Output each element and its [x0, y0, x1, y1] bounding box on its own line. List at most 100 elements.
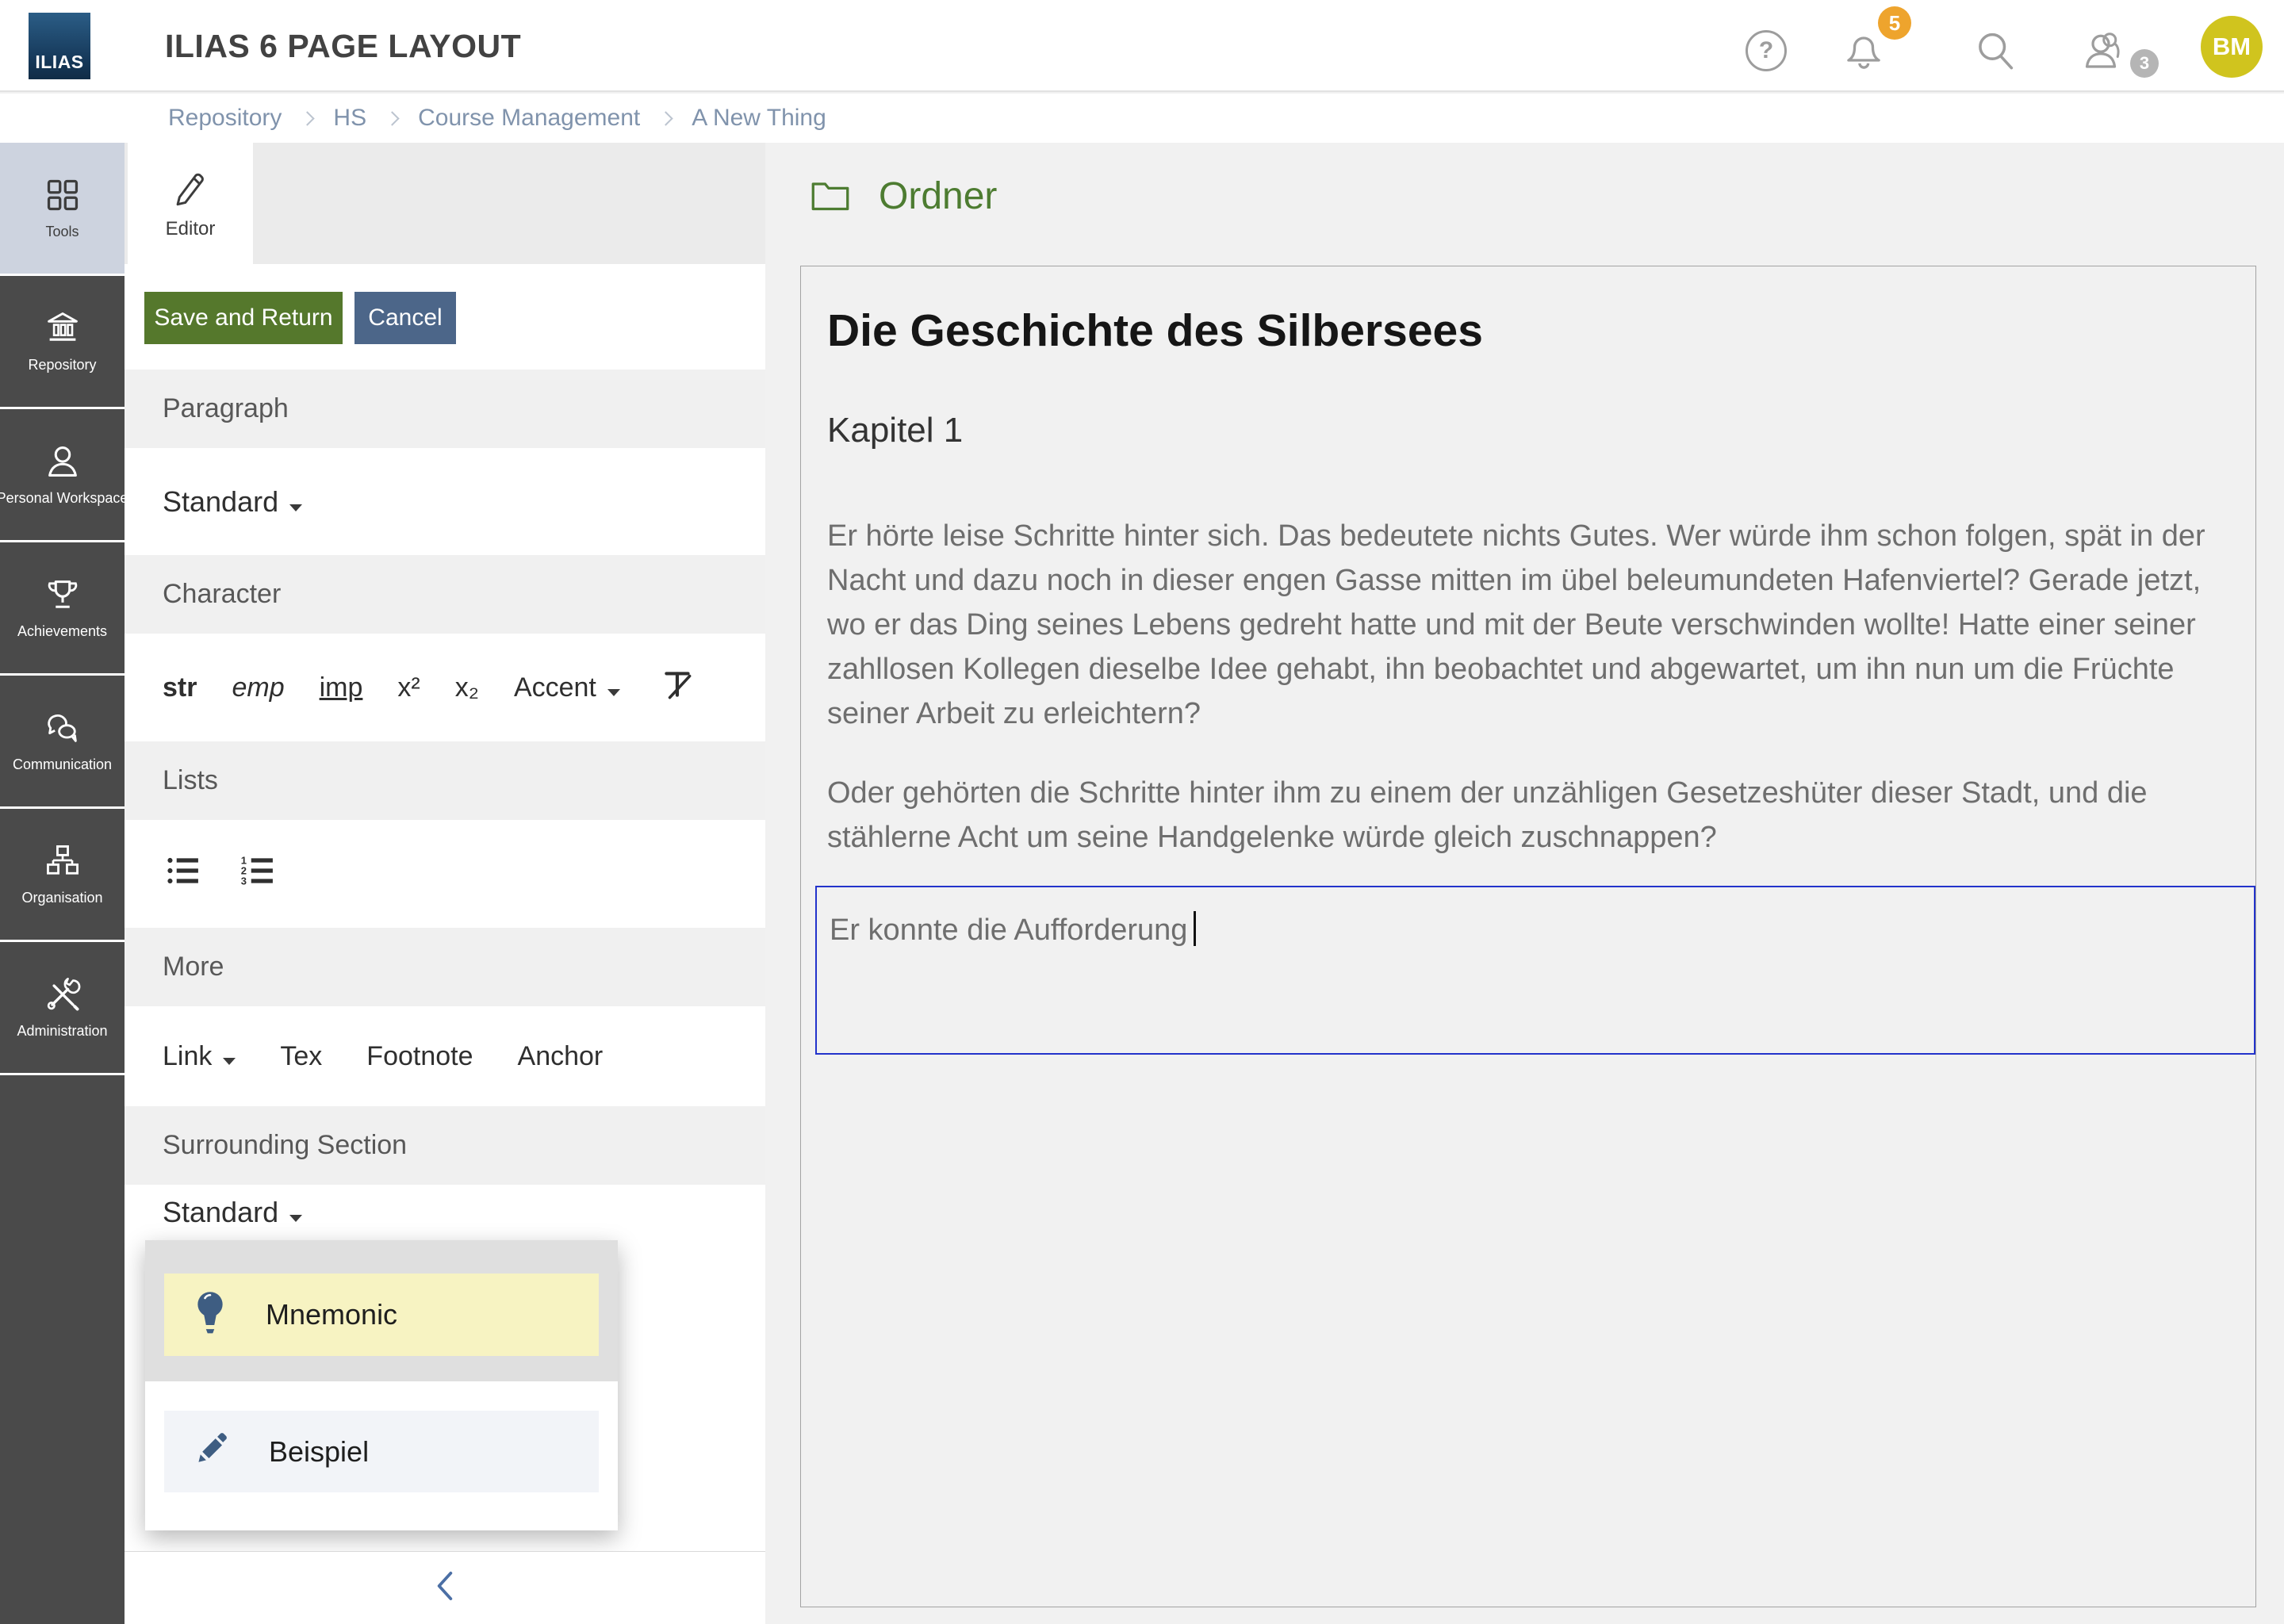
- style-dropdown-menu: Mnemonic Beispiel: [145, 1240, 618, 1530]
- avatar[interactable]: BM: [2201, 16, 2263, 78]
- cancel-button[interactable]: Cancel: [354, 292, 456, 344]
- sidebar-item-label: Personal Workspace: [0, 490, 128, 507]
- sidebar-item-personal-workspace[interactable]: Personal Workspace: [0, 409, 125, 542]
- breadcrumb-repository[interactable]: Repository: [168, 105, 282, 132]
- ilias-logo[interactable]: ILIAS: [29, 13, 90, 79]
- editor-tabstrip: Editor: [125, 143, 765, 264]
- sidebar-item-communication[interactable]: Communication: [0, 676, 125, 809]
- breadcrumb-course-management[interactable]: Course Management: [418, 105, 640, 132]
- sidebar-item-label: Administration: [17, 1023, 107, 1040]
- collapse-left-icon[interactable]: [431, 1568, 458, 1607]
- chevron-right-icon: [301, 111, 315, 125]
- accent-dropdown[interactable]: Accent: [514, 672, 620, 703]
- lightbulb-icon: [191, 1288, 229, 1342]
- ilias-logo-text: ILIAS: [35, 52, 83, 73]
- sidebar-item-tools[interactable]: Tools: [0, 143, 125, 276]
- menu-item-label: Mnemonic: [266, 1298, 397, 1331]
- chevron-down-icon: [223, 1058, 236, 1065]
- content-paragraph: Er hörte leise Schritte hinter sich. Das…: [827, 514, 2228, 736]
- page-title: ILIAS 6 PAGE LAYOUT: [165, 0, 521, 92]
- surrounding-style-dropdown[interactable]: Standard: [163, 1196, 302, 1229]
- trophy-icon: [44, 576, 82, 614]
- bank-icon: [44, 309, 82, 347]
- main-sidebar: Tools Repository Personal W: [0, 143, 125, 1624]
- footnote-button[interactable]: Footnote: [366, 1041, 473, 1072]
- chevron-down-icon: [289, 504, 302, 511]
- subscript-button[interactable]: x₂: [455, 672, 479, 703]
- panel-collapse-footer: [125, 1551, 765, 1624]
- pencil-icon: [191, 1427, 232, 1476]
- content-heading: Die Geschichte des Silbersees: [827, 304, 1483, 357]
- breadcrumb-hs[interactable]: HS: [333, 105, 366, 132]
- notifications-badge: 5: [1878, 6, 1911, 40]
- lists-toolbar: 1 2 3: [125, 820, 765, 928]
- ilias-page-editor: ILIAS ILIAS 6 PAGE LAYOUT ? 5: [0, 0, 2284, 1624]
- person-icon: [44, 442, 82, 481]
- save-and-return-button[interactable]: Save and Return: [144, 292, 343, 344]
- paragraph-style-row: Standard: [125, 448, 765, 555]
- section-paragraph-header: Paragraph: [125, 370, 765, 448]
- remove-format-icon[interactable]: [660, 666, 696, 710]
- sidebar-item-label: Organisation: [21, 890, 102, 906]
- more-toolbar: Link Tex Footnote Anchor: [125, 1006, 765, 1106]
- tab-editor[interactable]: Editor: [128, 143, 253, 264]
- section-lists-header: Lists: [125, 741, 765, 820]
- character-toolbar: str emp imp x² x₂ Accent: [125, 634, 765, 741]
- main-content: Ordner Die Geschichte des Silbersees Kap…: [765, 143, 2284, 1624]
- surrounding-style-row: Standard: [125, 1185, 765, 1240]
- top-header: ILIAS ILIAS 6 PAGE LAYOUT ? 5: [0, 0, 2284, 92]
- sidebar-item-label: Communication: [13, 756, 112, 773]
- tools-crossed-icon: [44, 975, 82, 1013]
- important-button[interactable]: imp: [320, 672, 363, 703]
- strong-button[interactable]: str: [163, 672, 197, 703]
- help-glyph: ?: [1759, 37, 1773, 64]
- sidebar-item-label: Achievements: [17, 623, 107, 640]
- paragraph-style-dropdown[interactable]: Standard: [163, 485, 302, 519]
- bullet-list-icon[interactable]: [163, 850, 204, 898]
- notifications-bell-icon[interactable]: [1841, 27, 1886, 75]
- content-paragraph: Oder gehörten die Schritte hinter ihm zu…: [827, 771, 2228, 860]
- superscript-button[interactable]: x²: [397, 672, 420, 703]
- orgchart-icon: [44, 842, 82, 880]
- menu-item-label: Beispiel: [269, 1435, 369, 1469]
- menu-item-mnemonic[interactable]: Mnemonic: [164, 1274, 599, 1356]
- sidebar-item-organisation[interactable]: Organisation: [0, 809, 125, 942]
- chevron-down-icon: [607, 689, 620, 696]
- tab-editor-label: Editor: [166, 218, 216, 240]
- editbox-text: Er konnte die Aufforderung: [830, 914, 1187, 947]
- breadcrumb: Repository HS Course Management A New Th…: [0, 94, 2284, 143]
- sidebar-item-administration[interactable]: Administration: [0, 942, 125, 1075]
- chat-icon: [44, 709, 82, 747]
- avatar-initials: BM: [2213, 33, 2251, 61]
- search-icon[interactable]: [1973, 29, 2018, 77]
- anchor-button[interactable]: Anchor: [518, 1041, 604, 1072]
- online-users-icon[interactable]: [2081, 27, 2129, 79]
- pencil-icon: [171, 167, 210, 210]
- help-icon[interactable]: ?: [1746, 30, 1787, 71]
- editor-actions: Save and Return Cancel: [125, 264, 765, 370]
- sidebar-item-label: Tools: [45, 224, 79, 240]
- sidebar-item-achievements[interactable]: Achievements: [0, 542, 125, 676]
- active-paragraph-editbox[interactable]: Er konnte die Aufforderung: [815, 886, 2255, 1055]
- section-character-header: Character: [125, 555, 765, 634]
- grid-icon: [44, 176, 82, 214]
- tex-button[interactable]: Tex: [280, 1041, 322, 1072]
- section-surrounding-header: Surrounding Section: [125, 1106, 765, 1185]
- object-title: Ordner: [879, 174, 997, 218]
- menu-item-beispiel[interactable]: Beispiel: [164, 1411, 599, 1492]
- svg-text:3: 3: [241, 875, 247, 887]
- folder-icon: [811, 177, 850, 216]
- link-dropdown[interactable]: Link: [163, 1041, 236, 1072]
- page-content-card: Die Geschichte des Silbersees Kapitel 1 …: [800, 266, 2256, 1607]
- chevron-down-icon: [289, 1215, 302, 1222]
- sidebar-item-label: Repository: [28, 357, 96, 373]
- breadcrumb-a-new-thing[interactable]: A New Thing: [692, 105, 826, 132]
- text-cursor: [1194, 911, 1196, 946]
- sidebar-item-repository[interactable]: Repository: [0, 276, 125, 409]
- emphasis-button[interactable]: emp: [232, 672, 284, 703]
- ordered-list-icon[interactable]: 1 2 3: [237, 850, 278, 898]
- content-subheading: Kapitel 1: [827, 411, 963, 450]
- chevron-right-icon: [385, 111, 399, 125]
- chevron-right-icon: [659, 111, 673, 125]
- online-users-badge: 3: [2130, 49, 2159, 78]
